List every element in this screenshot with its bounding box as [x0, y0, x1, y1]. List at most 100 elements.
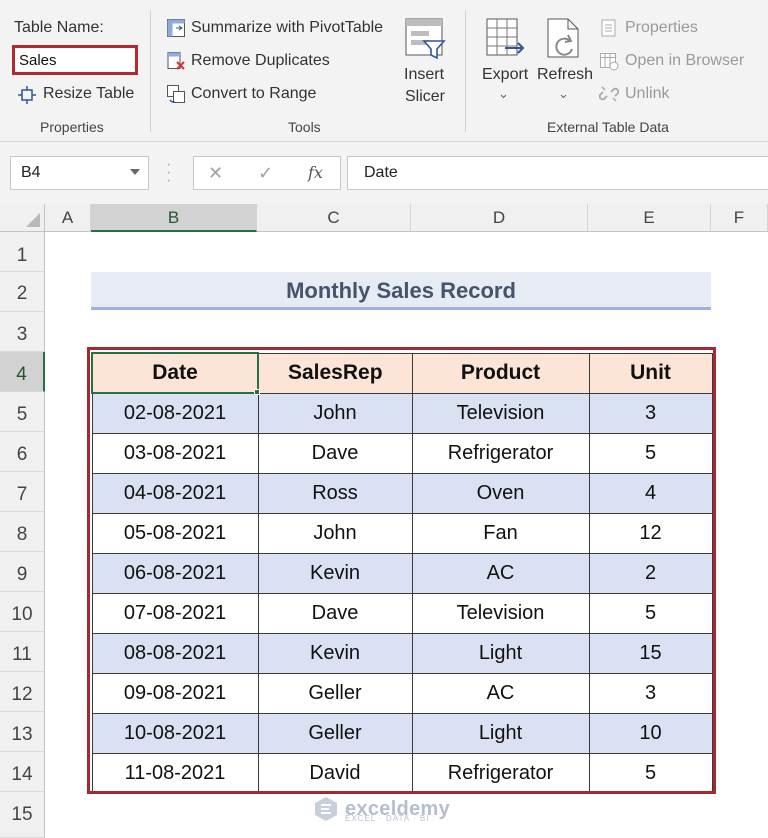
cell-product[interactable]: Fan [411, 512, 590, 554]
remove-duplicates-button[interactable]: Remove Duplicates [191, 52, 330, 70]
cell-product[interactable]: Light [411, 632, 590, 674]
properties-group-label: Properties [40, 119, 104, 135]
properties-button[interactable]: Properties [625, 19, 698, 37]
cell-date[interactable]: 10-08-2021 [91, 712, 259, 754]
name-box-chevron-down-icon[interactable] [130, 169, 140, 175]
table-row: 07-08-2021 Dave Television 5 [91, 592, 713, 634]
formula-bar-grip-icon[interactable]: · · · [166, 157, 171, 189]
cell-date[interactable]: 03-08-2021 [91, 432, 259, 474]
cell-date[interactable]: 08-08-2021 [91, 632, 259, 674]
cell-unit[interactable]: 2 [588, 552, 713, 594]
cell-salesrep[interactable]: David [257, 752, 413, 794]
cell-product[interactable]: AC [411, 552, 590, 594]
row-header-10[interactable]: 10 [0, 592, 45, 632]
insert-function-icon[interactable]: fx [308, 163, 323, 182]
open-in-browser-button[interactable]: Open in Browser [625, 52, 744, 70]
cell-product[interactable]: Refrigerator [411, 432, 590, 474]
column-header-f[interactable]: F [711, 204, 768, 232]
insert-slicer-icon [404, 17, 446, 66]
cell-unit[interactable]: 10 [588, 712, 713, 754]
column-header-d[interactable]: D [411, 204, 588, 232]
cell-product[interactable]: Television [411, 392, 590, 434]
convert-to-range-button[interactable]: Convert to Range [191, 85, 316, 103]
formula-bar: B4 · · · ✕ ✓ fx Date [0, 142, 768, 204]
header-cell-salesrep[interactable]: SalesRep [257, 352, 413, 394]
name-box[interactable]: B4 [10, 156, 149, 190]
row-header-1[interactable]: 1 [0, 232, 45, 272]
table-row: 04-08-2021 Ross Oven 4 [91, 472, 713, 514]
cell-unit[interactable]: 5 [588, 432, 713, 474]
insert-slicer-button-line2[interactable]: Slicer [405, 88, 445, 106]
cell-unit[interactable]: 5 [588, 592, 713, 634]
header-cell-unit[interactable]: Unit [588, 352, 713, 394]
cell-date[interactable]: 04-08-2021 [91, 472, 259, 514]
sheet-title[interactable]: Monthly Sales Record [91, 272, 711, 310]
cancel-icon[interactable]: ✕ [208, 163, 223, 184]
cell-date[interactable]: 11-08-2021 [91, 752, 259, 794]
row-header-6[interactable]: 6 [0, 432, 45, 472]
cell-unit[interactable]: 4 [588, 472, 713, 514]
cell-date[interactable]: 09-08-2021 [91, 672, 259, 714]
row-header-4[interactable]: 4 [0, 352, 45, 392]
cell-salesrep[interactable]: John [257, 512, 413, 554]
cell-date[interactable]: 07-08-2021 [91, 592, 259, 634]
remove-duplicates-icon [166, 51, 186, 71]
cell-salesrep[interactable]: Dave [257, 592, 413, 634]
column-header-b[interactable]: B [91, 204, 257, 232]
resize-table-button[interactable]: Resize Table [43, 85, 134, 103]
header-cell-date[interactable]: Date [91, 352, 259, 394]
cell-salesrep[interactable]: Ross [257, 472, 413, 514]
cell-unit[interactable]: 3 [588, 392, 713, 434]
unlink-icon [599, 84, 619, 104]
cell-salesrep[interactable]: Kevin [257, 552, 413, 594]
row-header-14[interactable]: 14 [0, 752, 45, 792]
row-header-12[interactable]: 12 [0, 672, 45, 712]
row-header-11[interactable]: 11 [0, 632, 45, 672]
insert-slicer-button-line1[interactable]: Insert [404, 66, 444, 84]
cell-date[interactable]: 02-08-2021 [91, 392, 259, 434]
formula-buttons: ✕ ✓ fx [193, 156, 341, 190]
cell-salesrep[interactable]: John [257, 392, 413, 434]
export-button[interactable]: Export [482, 66, 528, 84]
cell-product[interactable]: Refrigerator [411, 752, 590, 794]
cell-salesrep[interactable]: Geller [257, 672, 413, 714]
select-all-button[interactable] [0, 204, 45, 232]
cell-unit[interactable]: 12 [588, 512, 713, 554]
table-name-input[interactable] [12, 45, 138, 75]
export-chevron-down-icon[interactable]: ⌄ [498, 86, 509, 102]
row-header-7[interactable]: 7 [0, 472, 45, 512]
cell-date[interactable]: 06-08-2021 [91, 552, 259, 594]
row-header-2[interactable]: 2 [0, 272, 45, 312]
cell-salesrep[interactable]: Kevin [257, 632, 413, 674]
column-header-a[interactable]: A [45, 204, 91, 232]
formula-input[interactable]: Date [347, 156, 768, 190]
refresh-button[interactable]: Refresh [537, 66, 593, 84]
cell-salesrep[interactable]: Geller [257, 712, 413, 754]
cell-product[interactable]: Oven [411, 472, 590, 514]
fill-handle[interactable] [254, 389, 260, 395]
cell-salesrep[interactable]: Dave [257, 432, 413, 474]
table-row: 09-08-2021 Geller AC 3 [91, 672, 713, 714]
enter-check-icon[interactable]: ✓ [258, 163, 273, 184]
unlink-button[interactable]: Unlink [625, 85, 669, 103]
cell-unit[interactable]: 5 [588, 752, 713, 794]
summarize-pivottable-button[interactable]: Summarize with PivotTable [191, 19, 383, 37]
column-header-c[interactable]: C [257, 204, 411, 232]
cell-unit[interactable]: 3 [588, 672, 713, 714]
row-header-5[interactable]: 5 [0, 392, 45, 432]
row-header-8[interactable]: 8 [0, 512, 45, 552]
cell-date[interactable]: 05-08-2021 [91, 512, 259, 554]
cell-product[interactable]: Light [411, 712, 590, 754]
row-header-3[interactable]: 3 [0, 312, 45, 352]
cell-unit[interactable]: 15 [588, 632, 713, 674]
column-header-e[interactable]: E [588, 204, 711, 232]
ribbon-separator [150, 10, 151, 132]
row-header-9[interactable]: 9 [0, 552, 45, 592]
row-header-13[interactable]: 13 [0, 712, 45, 752]
row-header-15[interactable]: 15 [0, 792, 45, 838]
ribbon: Table Name: Resize Table Properties Summ… [0, 0, 768, 142]
cell-product[interactable]: AC [411, 672, 590, 714]
refresh-chevron-down-icon[interactable]: ⌄ [558, 86, 569, 102]
cell-product[interactable]: Television [411, 592, 590, 634]
header-cell-product[interactable]: Product [411, 352, 590, 394]
